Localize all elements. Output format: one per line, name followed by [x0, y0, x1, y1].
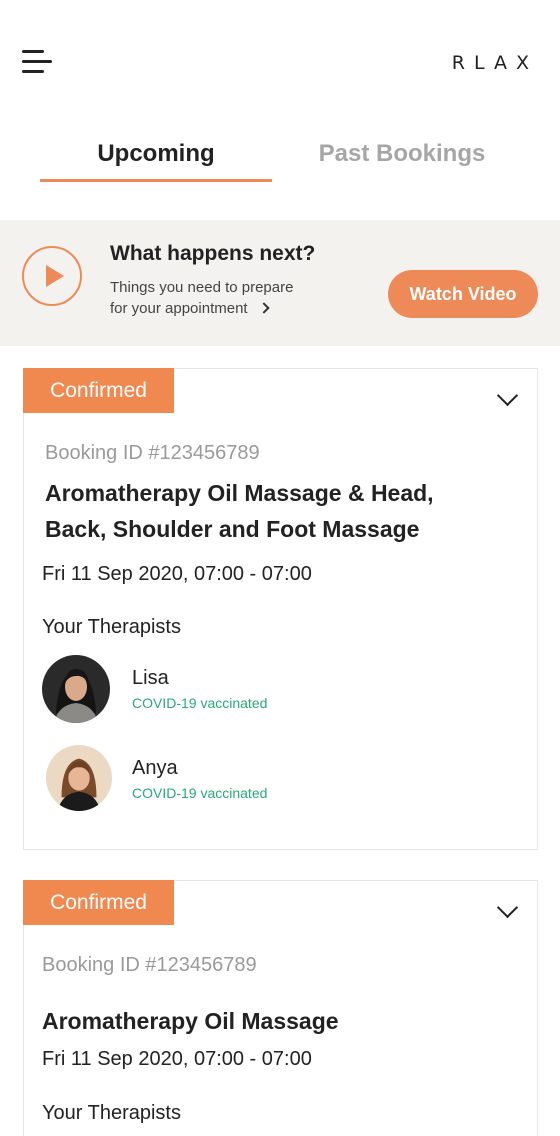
- play-icon[interactable]: [22, 246, 82, 306]
- banner-subtitle-line1: Things you need to prepare: [110, 279, 294, 296]
- tab-past-bookings[interactable]: Past Bookings: [286, 140, 518, 168]
- therapists-heading: Your Therapists: [42, 1102, 181, 1124]
- vaccination-status: COVID-19 vaccinated: [132, 785, 268, 801]
- watch-video-button[interactable]: Watch Video: [388, 270, 538, 318]
- service-title-line1: Aromatherapy Oil Massage: [42, 1008, 339, 1034]
- booking-id: Booking ID #123456789: [42, 954, 257, 976]
- therapists-heading: Your Therapists: [42, 616, 181, 638]
- booking-id: Booking ID #123456789: [45, 442, 260, 464]
- therapist-item: Anya COVID-19 vaccinated: [42, 745, 442, 813]
- avatar: [42, 655, 110, 723]
- app-root: RLAX Upcoming Past Bookings What happens…: [0, 0, 560, 1136]
- service-title-line1: Aromatherapy Oil Massage & Head,: [45, 480, 434, 506]
- service-title-line2: Back, Shoulder and Foot Massage: [45, 516, 420, 542]
- service-title: Aromatherapy Oil Massage: [42, 1003, 339, 1039]
- what-happens-next-banner: What happens next? Things you need to pr…: [0, 220, 560, 346]
- booking-card: Confirmed Booking ID #123456789 Aromathe…: [23, 880, 538, 1136]
- brand-logo: RLAX: [451, 52, 538, 74]
- status-badge: Confirmed: [23, 368, 174, 413]
- therapist-name: Anya: [132, 757, 178, 779]
- chevron-right-icon: [257, 302, 270, 314]
- banner-title: What happens next?: [110, 242, 316, 265]
- therapist-item: Lisa COVID-19 vaccinated: [42, 655, 442, 723]
- banner-subtitle-link[interactable]: Things you need to prepare for your appo…: [110, 277, 340, 319]
- tab-upcoming[interactable]: Upcoming: [40, 140, 272, 168]
- booking-datetime: Fri 11 Sep 2020, 07:00 - 07:00: [42, 563, 312, 585]
- status-badge: Confirmed: [23, 880, 174, 925]
- hamburger-menu-icon[interactable]: [22, 50, 54, 76]
- service-title: Aromatherapy Oil Massage & Head, Back, S…: [45, 475, 434, 547]
- booking-tabs: Upcoming Past Bookings: [0, 130, 560, 190]
- top-header: RLAX: [0, 0, 560, 110]
- avatar: [46, 745, 112, 811]
- vaccination-status: COVID-19 vaccinated: [132, 695, 268, 711]
- booking-datetime: Fri 11 Sep 2020, 07:00 - 07:00: [42, 1048, 312, 1070]
- active-tab-indicator: [40, 179, 272, 182]
- chevron-down-icon[interactable]: [496, 384, 519, 407]
- banner-subtitle-line2: for your appointment: [110, 300, 248, 317]
- therapist-name: Lisa: [132, 667, 169, 689]
- booking-card: Confirmed Booking ID #123456789 Aromathe…: [23, 368, 538, 850]
- chevron-down-icon[interactable]: [496, 896, 519, 919]
